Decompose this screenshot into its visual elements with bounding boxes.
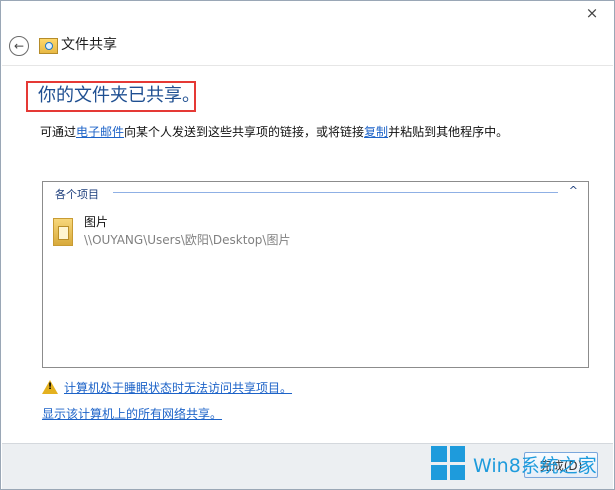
title-bar: × ← 文件共享 <box>1 1 614 65</box>
panel-header: 各个项目 <box>55 186 107 202</box>
email-link[interactable]: 电子邮件 <box>76 125 124 139</box>
page-title: 你的文件夹已共享。 <box>38 85 200 106</box>
windows-logo-icon <box>431 446 465 480</box>
sleep-warning-link[interactable]: 计算机处于睡眠状态时无法访问共享项目。 <box>64 379 292 397</box>
file-sharing-icon <box>39 38 58 54</box>
desc-prefix: 可通过 <box>40 125 77 139</box>
collapse-icon[interactable]: ^ <box>569 184 578 197</box>
back-arrow-icon: ← <box>13 39 25 53</box>
close-button[interactable]: × <box>578 3 606 23</box>
desc-middle: 向某个人发送到这些共享项的链接，或将链接 <box>124 125 365 139</box>
main-content: 你的文件夹已共享。 可通过电子邮件向某个人发送到这些共享项的链接，或将链接复制并… <box>2 65 613 444</box>
copy-link[interactable]: 复制 <box>364 125 388 139</box>
window-title: 文件共享 <box>61 37 117 53</box>
back-button[interactable]: ← <box>9 36 29 56</box>
folder-icon <box>53 218 73 246</box>
list-item[interactable]: 图片 \\OUYANG\Users\欧阳\Desktop\图片 <box>53 214 573 250</box>
watermark: Win8系统之家 <box>431 446 601 482</box>
shared-items-panel: 各个项目 ^ 图片 \\OUYANG\Users\欧阳\Desktop\图片 <box>42 181 589 368</box>
network-shares-link[interactable]: 显示该计算机上的所有网络共享。 <box>42 405 222 423</box>
item-path: \\OUYANG\Users\欧阳\Desktop\图片 <box>84 233 291 247</box>
warning-icon <box>42 380 58 394</box>
watermark-text: Win8系统之家 <box>473 455 597 477</box>
item-name: 图片 <box>84 215 109 229</box>
desc-suffix: 并粘贴到其他程序中。 <box>388 125 509 139</box>
panel-divider <box>113 192 558 193</box>
file-sharing-window: × ← 文件共享 你的文件夹已共享。 可通过电子邮件向某个人发送到这些共享项的链… <box>0 0 615 490</box>
description-text: 可通过电子邮件向某个人发送到这些共享项的链接，或将链接复制并粘贴到其他程序中。 <box>40 124 508 140</box>
